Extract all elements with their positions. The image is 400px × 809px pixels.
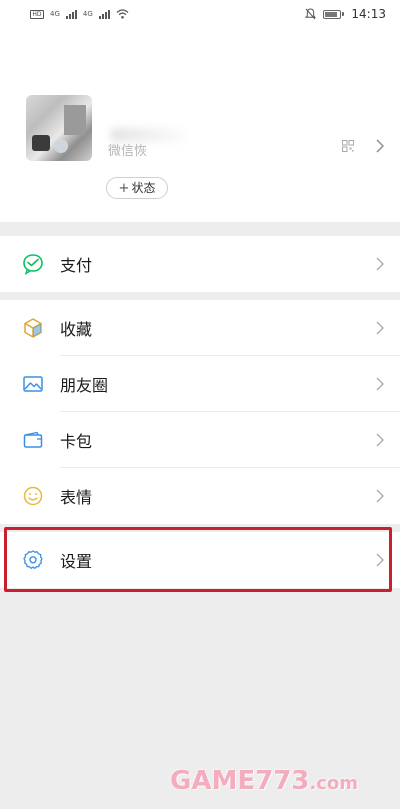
menu-label: 卡包 (60, 432, 93, 451)
chevron-right-icon (376, 257, 384, 271)
wifi-icon (116, 9, 129, 19)
chevron-right-icon[interactable] (376, 139, 384, 153)
pay-icon (23, 254, 43, 275)
plus-icon: + (118, 181, 130, 196)
menu-item-favorites[interactable]: 收藏 (0, 300, 400, 356)
chevron-right-icon (376, 377, 384, 391)
status-bar: HD 4G 4G 14:13 (0, 0, 400, 28)
card-wallet-icon (23, 431, 43, 448)
qr-code-icon[interactable] (342, 140, 354, 152)
chevron-right-icon (376, 321, 384, 335)
menu-label: 表情 (60, 488, 93, 507)
signal-icon (65, 9, 77, 19)
settings-icon (23, 550, 43, 569)
network-type-1: 4G (50, 10, 60, 18)
menu-item-moments[interactable]: 朋友圈 (0, 356, 400, 412)
menu-item-stickers[interactable]: 表情 (0, 468, 400, 524)
chevron-right-icon (376, 489, 384, 503)
menu-group-settings: 设置 (0, 532, 400, 588)
menu-item-card-wallet[interactable]: 卡包 (0, 412, 400, 468)
mute-bell-icon (305, 8, 317, 20)
watermark-text: GAME773 (170, 766, 310, 796)
avatar[interactable] (26, 95, 92, 161)
status-button-label: 状态 (131, 181, 156, 195)
menu-group-main: 收藏 朋友圈 卡包 表情 (0, 300, 400, 524)
sim-icon: HD (30, 9, 44, 19)
menu-item-settings[interactable]: 设置 (0, 532, 400, 588)
sticker-icon (23, 486, 43, 506)
network-type-2: 4G (82, 10, 93, 18)
chevron-right-icon (376, 553, 384, 567)
battery-icon (323, 9, 345, 19)
menu-label: 设置 (60, 552, 93, 571)
menu-item-pay[interactable]: 支付 (0, 236, 400, 292)
menu-label: 朋友圈 (60, 376, 109, 395)
status-left: HD 4G 4G (30, 9, 129, 19)
wechat-id-label: 微信恢 (108, 144, 148, 159)
profile-header[interactable]: 微信恢 + 状态 (0, 28, 400, 222)
watermark-logo: GAME773.com (170, 766, 358, 796)
menu-label: 收藏 (60, 320, 93, 339)
status-right: 14:13 (305, 7, 386, 21)
add-status-button[interactable]: + 状态 (106, 177, 168, 199)
chevron-right-icon (376, 433, 384, 447)
menu-group-pay: 支付 (0, 236, 400, 292)
menu-label: 支付 (60, 256, 93, 275)
moments-icon (23, 376, 43, 392)
watermark-suffix: .com (309, 773, 359, 794)
favorites-icon (24, 318, 42, 338)
clock: 14:13 (351, 7, 386, 21)
signal-icon-2 (98, 9, 110, 19)
